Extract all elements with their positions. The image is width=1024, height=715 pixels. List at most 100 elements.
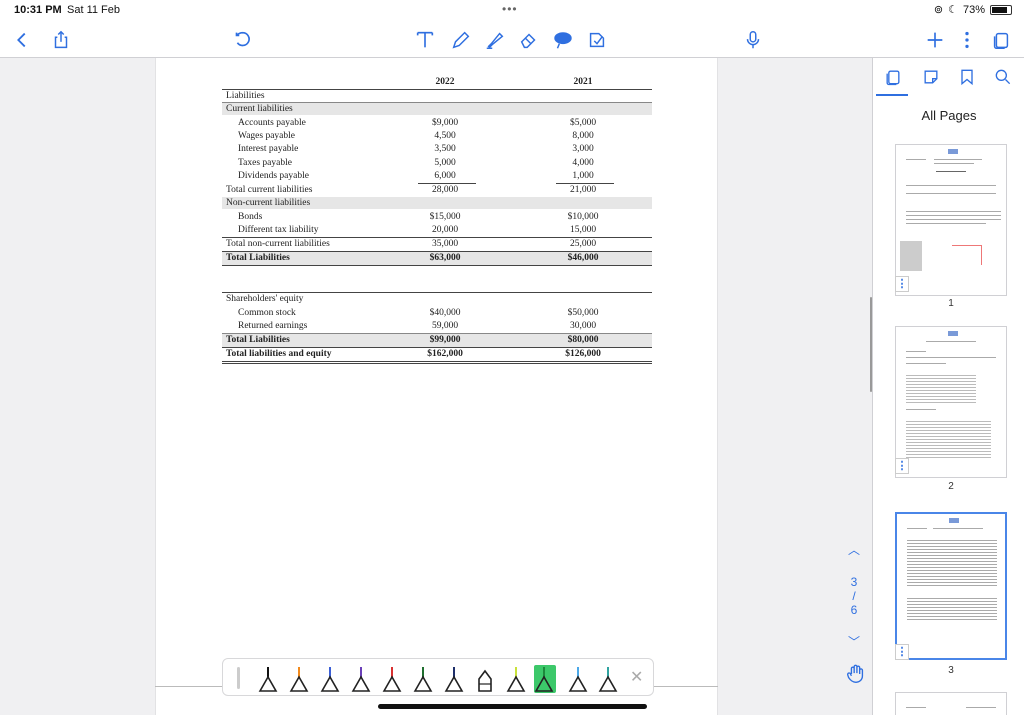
page-thumbnail-3[interactable] [895,512,1007,660]
battery-icon [990,4,1012,15]
page-menu-1[interactable]: ⋮ [895,276,909,292]
total-liabilities-label: Total Liabilities [226,253,290,263]
sticker-icon[interactable] [585,28,609,52]
pen-tool-icon[interactable] [449,28,473,52]
page-up-icon[interactable]: ︿ [843,543,865,557]
total-page-count: 6 [850,603,858,617]
row-label: Returned earnings [238,321,308,331]
tab-bookmarks-icon[interactable] [956,66,978,88]
eraser-icon[interactable] [517,28,541,52]
row-label: Taxes payable [238,158,292,168]
page-sidebar: All Pages ⋮ 1 ⋮ 2 ⋮ 3 [872,58,1024,715]
row-label: Common stock [238,308,296,318]
year-2021-header: 2021 [573,77,593,87]
row-label: Wages payable [238,131,295,141]
add-icon[interactable] [923,28,947,52]
noncurrent-heading: Non-current liabilities [226,198,311,208]
row-value-2022: 4,500 [434,131,456,141]
liabilities-heading: Liabilities [226,91,265,101]
row-value-2021: $50,000 [567,308,599,318]
page-down-icon[interactable]: ﹀ [843,635,865,649]
row-label: Bonds [238,212,263,222]
highlighter-tool-icon[interactable] [475,665,495,693]
page-menu-3[interactable]: ⋮ [895,644,909,660]
tab-annotations-icon[interactable] [920,66,942,88]
pen-green-selected-icon[interactable] [534,665,556,693]
hand-tool-icon[interactable] [845,663,867,687]
pen-orange-icon[interactable] [289,665,309,693]
lasso-icon[interactable] [551,28,575,52]
total-liab-equity-label: Total liabilities and equity [226,349,332,359]
total-liabilities-2021: $46,000 [567,253,599,263]
status-bar: 10:31 PM Sat 11 Feb ••• ⊚ ☾ 73% [0,0,1024,22]
year-2022-header: 2022 [435,77,455,87]
pen-black-icon[interactable] [258,665,278,693]
top-toolbar [0,22,1024,58]
tab-search-icon[interactable] [992,66,1014,88]
total-liab-equity-2022: $162,000 [427,349,463,359]
pen-darkgreen-icon[interactable] [413,665,433,693]
page-navigator[interactable]: ︿ 3 / 6 ﹀ [843,543,865,649]
page-number-1: 1 [948,298,954,309]
pen-lightblue-icon[interactable] [568,665,588,693]
page-separator-text: / [852,589,856,603]
tray-handle[interactable] [237,667,240,689]
pen-tray: ✕ [222,658,654,696]
row-label: Different tax liability [238,225,319,235]
tab-pages-icon[interactable] [882,66,904,88]
orientation-lock-icon: ⊚ [933,4,944,16]
total-liabilities-2022: $63,000 [429,253,461,263]
pen-purple-icon[interactable] [351,665,371,693]
row-value-2022: $15,000 [429,212,461,222]
row-value-2021: $10,000 [567,212,599,222]
row-value-2022: 3,500 [434,144,456,154]
row-label: Accounts payable [238,118,306,128]
total-liab-equity-2021: $126,000 [565,349,601,359]
multitask-dots-icon[interactable]: ••• [502,2,518,16]
current-page-number: 3 [850,575,858,589]
row-value-2022: 6,000 [434,171,456,181]
page-thumbnail-4[interactable] [895,692,1007,715]
total-noncurrent-label: Total non-current liabilities [226,239,330,249]
row-value-2022: 20,000 [431,225,459,235]
row-value-2022: $9,000 [431,118,459,128]
pen-teal-icon[interactable] [598,665,618,693]
total-current-label: Total current liabilities [226,185,313,195]
page-view-icon[interactable] [989,28,1013,52]
highlighter-icon[interactable] [483,28,507,52]
close-icon[interactable]: ✕ [630,667,643,687]
undo-icon[interactable] [230,28,254,52]
total-equity-label: Total Liabilities [226,335,290,345]
active-tab-indicator [876,94,908,96]
status-time: 10:31 PM [14,4,62,16]
page-menu-2[interactable]: ⋮ [895,458,909,474]
share-icon[interactable] [49,28,73,52]
row-value-2021: $5,000 [569,118,597,128]
home-indicator[interactable] [378,704,647,709]
page-thumbnail-2[interactable] [895,326,1007,478]
row-value-2021: 3,000 [572,144,594,154]
page-number-2: 2 [948,481,954,492]
text-tool-icon[interactable] [413,28,437,52]
pen-blue-icon[interactable] [320,665,340,693]
row-value-2021: 8,000 [572,131,594,141]
more-icon[interactable] [955,28,979,52]
row-value-2021: 15,000 [569,225,597,235]
sidebar-title: All Pages [921,108,977,123]
pen-lime-icon[interactable] [506,665,526,693]
row-label: Interest payable [238,144,299,154]
page-thumbnail-1[interactable] [895,144,1007,296]
total-equity-2021: $80,000 [567,335,599,345]
page-number-3: 3 [948,665,954,676]
mic-icon[interactable] [741,28,765,52]
pen-red-icon[interactable] [382,665,402,693]
row-value-2022: 59,000 [431,321,459,331]
row-label: Dividends payable [238,171,309,181]
back-icon[interactable] [10,28,34,52]
total-current-2021: 21,000 [569,185,597,195]
pen-navy-icon[interactable] [444,665,464,693]
do-not-disturb-icon: ☾ [948,4,958,16]
status-right: ⊚ ☾ 73% [934,3,1012,16]
sidebar-tabs [873,58,1024,96]
document-page[interactable] [155,58,718,715]
